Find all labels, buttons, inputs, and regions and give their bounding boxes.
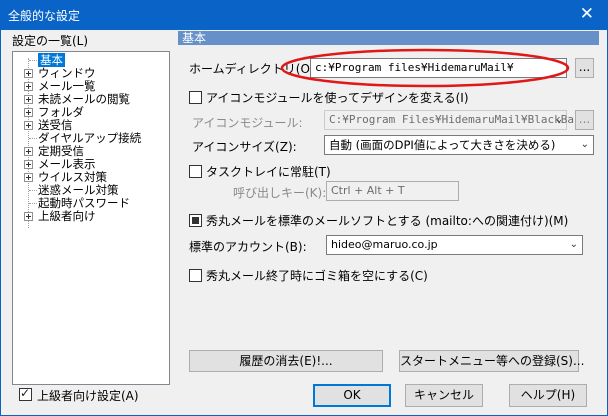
advanced-checkbox[interactable] <box>19 386 32 401</box>
tree-item[interactable]: メール一覧 <box>13 79 169 93</box>
tree-item[interactable]: 未読メールの閲覧 <box>13 92 169 106</box>
highlight-oval <box>280 48 570 88</box>
tree-item-label: 迷惑メール対策 <box>38 183 119 197</box>
chevron-down-icon: ⌄ <box>569 239 578 250</box>
clear-history-button[interactable]: 履歴の消去(E)!... <box>189 350 383 372</box>
icon-size-label: アイコンサイズ(Z): <box>192 140 297 154</box>
tree-item[interactable]: 上級者向け <box>13 209 169 223</box>
tree-connector <box>29 203 37 204</box>
icon-module-browse-button[interactable]: ... <box>575 110 594 130</box>
settings-tree[interactable]: 基本 ウィンドウ メール一覧 未読メールの閲覧 フォルダ 送受信 ダイヤルアップ接続 定期受信… <box>12 51 170 385</box>
tree-item-label: 上級者向け <box>38 209 96 223</box>
account-value: hideo@maruo.co.jp <box>331 238 438 251</box>
tree-item[interactable]: ダイヤルアップ接続 <box>13 131 169 145</box>
tree-item[interactable]: メール表示 <box>13 157 169 171</box>
tree-item-label: 起動時パスワード <box>38 196 130 210</box>
close-icon[interactable]: ✕ <box>580 4 594 24</box>
chevron-down-icon: ⌄ <box>580 139 589 150</box>
tree-connector <box>29 60 37 61</box>
expand-icon[interactable] <box>24 82 33 91</box>
tree-item[interactable]: 送受信 <box>13 118 169 132</box>
help-button[interactable]: ヘルプ(H) <box>509 384 587 407</box>
advanced-checkbox-label[interactable]: 上級者向け設定(A) <box>37 387 139 404</box>
expand-icon[interactable] <box>24 147 33 156</box>
trash-checkbox-label[interactable]: 秀丸メール終了時にゴミ箱を空にする(C) <box>206 267 428 284</box>
icon-module-label: アイコンモジュール: <box>192 116 303 130</box>
expand-icon[interactable] <box>24 121 33 130</box>
expand-icon[interactable] <box>24 160 33 169</box>
tree-connector <box>29 190 37 191</box>
tree-connector <box>29 138 37 139</box>
hotkey-input[interactable]: Ctrl + Alt + T <box>326 181 459 201</box>
expand-icon[interactable] <box>24 69 33 78</box>
cancel-button[interactable]: キャンセル <box>405 384 483 407</box>
icon-size-select[interactable]: 自動 (画面のDPI値によって大きさを決める) ⌄ <box>324 135 594 155</box>
tree-item-label: ウイルス対策 <box>38 170 107 184</box>
icon-size-value: 自動 (画面のDPI値によって大きさを決める) <box>329 138 556 152</box>
tree-item[interactable]: 迷惑メール対策 <box>13 183 169 197</box>
icon-module-select[interactable]: C:¥Program Files¥HidemaruMail¥BlackBa ⌄ <box>324 110 574 130</box>
home-dir-browse-button[interactable]: ... <box>575 58 594 78</box>
dialog-body: 設定の一覧(L) 基本 ウィンドウ メール一覧 未読メールの閲覧 フォルダ 送受信 ダイヤル… <box>1 30 607 415</box>
account-label: 標準のアカウント(B): <box>189 240 307 254</box>
ok-button[interactable]: OK <box>313 384 391 407</box>
tree-item-label: 基本 <box>38 53 65 67</box>
window-title: 全般的な設定 <box>8 9 81 23</box>
tasktray-checkbox[interactable] <box>189 165 202 178</box>
tree-item-label: フォルダ <box>38 105 84 119</box>
tree-item[interactable]: ウィンドウ <box>13 66 169 80</box>
section-header: 基本 <box>178 31 599 45</box>
icon-module-checkbox-label[interactable]: アイコンモジュールを使ってデザインを変える(I) <box>206 89 469 106</box>
tree-item-label: ウィンドウ <box>38 66 96 80</box>
icon-module-value: C:¥Program Files¥HidemaruMail¥BlackBa <box>329 113 575 126</box>
start-menu-button[interactable]: スタートメニュー等への登録(S)... <box>399 350 584 372</box>
tree-item-label: ダイヤルアップ接続 <box>38 131 142 145</box>
tree-item-label: メール一覧 <box>38 79 96 93</box>
tree-item-label: メール表示 <box>38 157 96 171</box>
expand-icon[interactable] <box>24 108 33 117</box>
tree-item-label: 送受信 <box>38 118 73 132</box>
tree-item[interactable]: 定期受信 <box>13 144 169 158</box>
default-mailer-checkbox-label[interactable]: 秀丸メールを標準のメールソフトとする (mailto:への関連付け)(M) <box>206 212 568 229</box>
hotkey-label: 呼び出しキー(K): <box>233 186 327 200</box>
tree-label: 設定の一覧(L) <box>12 34 89 48</box>
trash-checkbox[interactable] <box>189 269 202 282</box>
account-select[interactable]: hideo@maruo.co.jp ⌄ <box>326 235 583 255</box>
tasktray-checkbox-label[interactable]: タスクトレイに常駐(T) <box>206 163 331 180</box>
tree-item-label: 定期受信 <box>38 144 84 158</box>
icon-module-checkbox[interactable] <box>189 91 202 104</box>
tree-item[interactable]: フォルダ <box>13 105 169 119</box>
tree-item[interactable]: 基本 <box>13 53 169 67</box>
expand-icon[interactable] <box>24 95 33 104</box>
tree-item[interactable]: ウイルス対策 <box>13 170 169 184</box>
expand-icon[interactable] <box>24 212 33 221</box>
expand-icon[interactable] <box>24 173 33 182</box>
tree-item-label: 未読メールの閲覧 <box>38 92 130 106</box>
tree-item[interactable]: 起動時パスワード <box>13 196 169 210</box>
default-mailer-checkbox[interactable] <box>189 214 202 227</box>
chevron-down-icon: ⌄ <box>555 114 562 125</box>
title-bar: 全般的な設定 ✕ <box>0 0 608 30</box>
settings-window: 全般的な設定 ✕ 設定の一覧(L) 基本 ウィンドウ メール一覧 未読メールの閲覧 フォ… <box>0 0 608 416</box>
